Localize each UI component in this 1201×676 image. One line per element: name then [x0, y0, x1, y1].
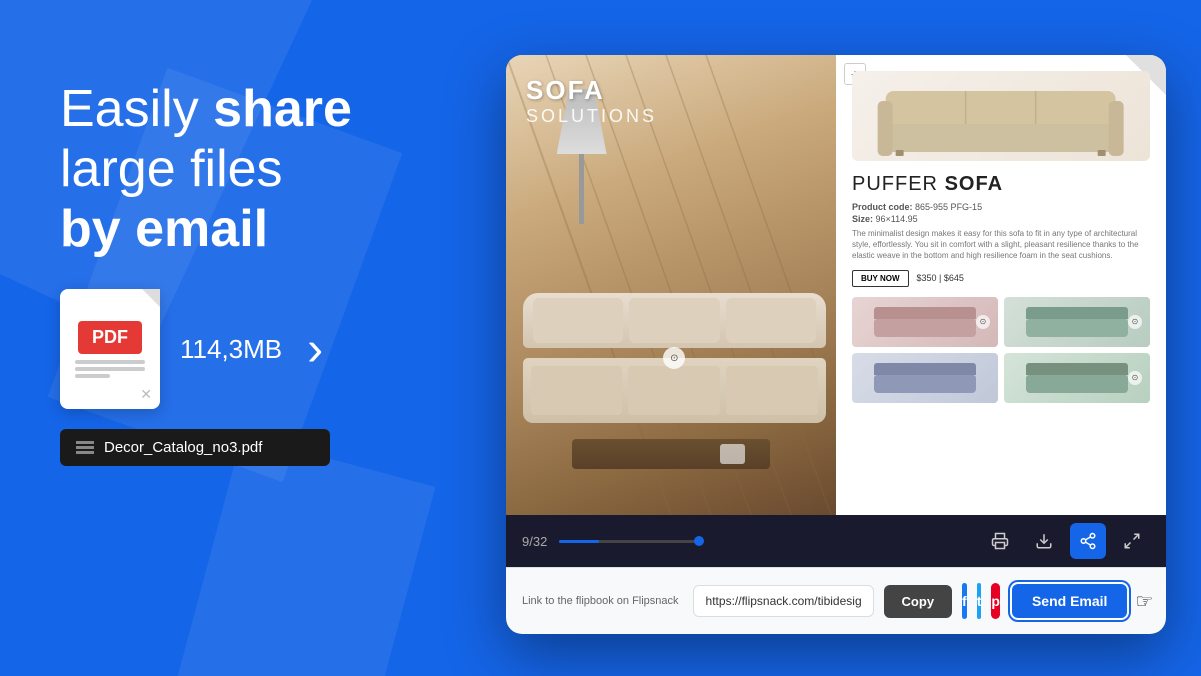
page-left: ⊙ SOFA SOLUTIONS — [506, 55, 836, 515]
progress-bar — [559, 540, 699, 543]
flipbook-viewer: ⊙ SOFA SOLUTIONS + — [506, 55, 1166, 634]
product-thumb-1[interactable]: ⊙ — [852, 297, 998, 347]
seat-cushions — [531, 366, 819, 415]
facebook-button[interactable]: f — [962, 583, 967, 619]
headline: Easily share large files by email — [60, 80, 450, 259]
product-thumb-2[interactable]: ⊙ — [1004, 297, 1150, 347]
product-description: The minimalist design makes it easy for … — [852, 228, 1150, 262]
pdf-lines — [75, 360, 145, 378]
share-url-input[interactable] — [693, 585, 874, 617]
seat-cushion — [726, 366, 818, 415]
pdf-delete-icon: ✕ — [140, 386, 152, 403]
send-email-button[interactable]: Send Email — [1010, 582, 1129, 620]
download-button[interactable] — [1026, 523, 1062, 559]
sofa-text-overlay: SOFA SOLUTIONS — [526, 75, 657, 127]
pdf-line — [75, 374, 110, 378]
thumb-circle-btn-1[interactable]: ⊙ — [976, 315, 990, 329]
buy-now-button[interactable]: BUY NOW — [852, 270, 909, 287]
filename-bar: Decor_Catalog_no3.pdf — [60, 429, 330, 466]
product-hero-image — [852, 71, 1150, 161]
hero-sofa-svg — [874, 76, 1127, 156]
product-size: Size: 96×114.95 — [852, 214, 1150, 224]
cushion — [726, 298, 817, 343]
sofa-back — [523, 293, 827, 348]
thumb-sofa-1 — [874, 307, 976, 337]
twitter-button[interactable]: t — [977, 583, 982, 619]
progress-dot — [694, 536, 704, 546]
price-info: $350 | $645 — [917, 273, 964, 283]
thumb-sofa-back — [1026, 307, 1128, 319]
page-right: + — [836, 55, 1166, 515]
bg-shape-3 — [165, 435, 436, 676]
pdf-line — [75, 367, 145, 371]
cushion — [533, 298, 624, 343]
thumb-sofa-back — [874, 307, 976, 319]
fullscreen-button[interactable] — [1114, 523, 1150, 559]
thumb-sofa-2 — [1026, 307, 1128, 337]
copy-button[interactable]: Copy — [884, 585, 953, 618]
share-label: Link to the flipbook on Flipsnack — [522, 595, 679, 607]
thumb-sofa-4 — [1026, 363, 1128, 393]
left-panel: Easily share large files by email PDF ✕ … — [60, 80, 450, 466]
sofa-title-1: SOFA — [526, 75, 657, 106]
sofa-play-btn[interactable]: ⊙ — [663, 347, 685, 369]
thumb-sofa-3 — [874, 363, 976, 393]
seat-cushion — [628, 366, 720, 415]
coffee-table — [572, 439, 770, 469]
toolbar-right — [982, 523, 1150, 559]
pinterest-button[interactable]: p — [991, 583, 1000, 619]
product-actions: BUY NOW $350 | $645 — [852, 270, 1150, 287]
share-bar: Link to the flipbook on Flipsnack Copy f… — [506, 567, 1166, 634]
flipbook-toolbar: 9/32 — [506, 515, 1166, 567]
cushion — [629, 298, 720, 343]
sofa-couch: ⊙ — [523, 293, 827, 423]
filename-label: Decor_Catalog_no3.pdf — [104, 439, 262, 456]
cursor-icon: ☞ — [1135, 589, 1153, 614]
thumb-circle-btn-2[interactable]: ⊙ — [1128, 315, 1142, 329]
product-grid: ⊙ ⊙ — [852, 297, 1150, 403]
product-code: Product code: 865-955 PFG-15 — [852, 202, 1150, 212]
sofa-title-2: SOLUTIONS — [526, 106, 657, 127]
share-label-col: Link to the flipbook on Flipsnack — [522, 595, 683, 607]
product-thumb-3[interactable] — [852, 353, 998, 403]
arrow-right-icon: › — [307, 322, 323, 377]
flipbook-pages: ⊙ SOFA SOLUTIONS + — [506, 55, 1166, 515]
thumb-sofa-body — [1026, 375, 1128, 393]
sofa-back-cushions — [533, 298, 817, 343]
thumb-sofa-body — [874, 375, 976, 393]
thumb-sofa-body — [874, 319, 976, 337]
pdf-badge: PDF — [78, 321, 142, 354]
thumb-sofa-back — [1026, 363, 1128, 375]
product-title: PUFFER SOFA — [852, 173, 1150, 196]
thumb-sofa-body — [1026, 319, 1128, 337]
thumb-sofa-back — [874, 363, 976, 375]
page-indicator: 9/32 — [522, 534, 547, 549]
coffee-cup — [720, 444, 745, 464]
seat-cushion — [531, 366, 623, 415]
share-button[interactable] — [1070, 523, 1106, 559]
toolbar-left: 9/32 — [522, 534, 699, 549]
progress-bar-fill — [559, 540, 598, 543]
menu-icon — [76, 446, 94, 449]
product-thumb-4[interactable]: ⊙ — [1004, 353, 1150, 403]
pdf-line — [75, 360, 145, 364]
lamp-pole — [579, 124, 584, 224]
thumb-circle-btn-4[interactable]: ⊙ — [1128, 371, 1142, 385]
pdf-icon: PDF ✕ — [60, 289, 160, 409]
pdf-size: 114,3MB — [180, 334, 282, 365]
pdf-area: PDF ✕ 114,3MB › — [60, 289, 450, 409]
print-button[interactable] — [982, 523, 1018, 559]
